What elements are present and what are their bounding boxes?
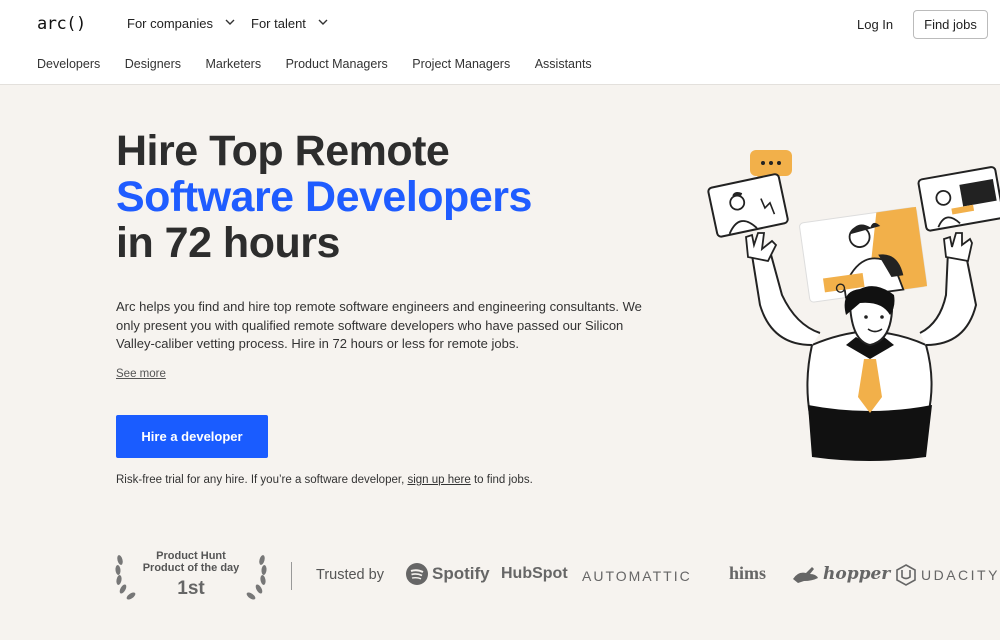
- subnav-item-designers[interactable]: Designers: [125, 57, 181, 71]
- subnav-item-assistants[interactable]: Assistants: [535, 57, 592, 71]
- arc-logo[interactable]: arc(): [37, 14, 86, 34]
- nav-for-companies[interactable]: For companies: [127, 16, 235, 31]
- login-link[interactable]: Log In: [857, 17, 893, 32]
- sign-up-link[interactable]: sign up here: [407, 474, 470, 486]
- hopper-logo: hopper: [790, 563, 890, 585]
- nav-for-companies-label: For companies: [127, 16, 213, 31]
- subnav-item-product-managers[interactable]: Product Managers: [286, 57, 388, 71]
- product-hunt-badge: Product Hunt Product of the day 1st: [112, 548, 270, 604]
- hero-title-line-1: Hire Top Remote: [116, 127, 450, 175]
- hero-title-line-3: in 72 hours: [116, 219, 340, 267]
- chevron-down-icon: [225, 18, 235, 29]
- video-call-card-right: [917, 166, 1000, 232]
- hero-title-line-2: Software Developers: [116, 173, 532, 221]
- udacity-wordmark: UDACITY: [921, 567, 1000, 583]
- badge-title: Product Hunt Product of the day: [112, 550, 270, 574]
- find-jobs-button[interactable]: Find jobs: [913, 10, 988, 39]
- automattic-logo: AUTOMATTIC: [582, 568, 692, 584]
- hopper-wordmark: hopper: [823, 564, 891, 584]
- hero-description: Arc helps you find and hire top remote s…: [116, 299, 642, 351]
- hims-logo: hims: [729, 563, 767, 583]
- udacity-icon: [896, 564, 916, 586]
- nav-for-talent[interactable]: For talent: [251, 16, 328, 31]
- risk-note-prefix: Risk-free trial for any hire. If you’re …: [116, 474, 408, 486]
- nav-for-talent-label: For talent: [251, 16, 306, 31]
- subnav-item-marketers[interactable]: Marketers: [206, 57, 262, 71]
- video-call-card-left: [707, 173, 789, 238]
- udacity-logo: UDACITY: [896, 564, 1000, 586]
- badge-line-2: Product of the day: [142, 562, 240, 574]
- spotify-logo: Spotify: [405, 562, 490, 586]
- badge-rank: 1st: [177, 578, 205, 599]
- category-nav: Developers Designers Marketers Product M…: [37, 57, 616, 71]
- risk-note-suffix: to find jobs.: [470, 474, 533, 486]
- risk-free-note: Risk-free trial for any hire. If you’re …: [116, 474, 533, 486]
- hubspot-logo: HubSpot: [501, 565, 568, 582]
- see-more-link[interactable]: See more: [116, 368, 166, 380]
- hero-illustration: [707, 150, 1000, 461]
- hero-title: Hire Top Remote Software Developers in 7…: [116, 128, 532, 266]
- spotify-wordmark: Spotify: [432, 564, 490, 583]
- top-header: arc() For companies For talent Log In Fi…: [0, 0, 1000, 85]
- trusted-by-label: Trusted by: [316, 567, 384, 583]
- spotify-icon: [406, 563, 428, 585]
- chevron-down-icon: [318, 18, 328, 29]
- subnav-item-developers[interactable]: Developers: [37, 57, 100, 71]
- subnav-item-project-managers[interactable]: Project Managers: [412, 57, 510, 71]
- hire-developer-button[interactable]: Hire a developer: [116, 415, 268, 458]
- bunny-icon: [793, 567, 818, 583]
- badge-line-1: Product Hunt: [156, 550, 226, 562]
- divider: [291, 562, 292, 590]
